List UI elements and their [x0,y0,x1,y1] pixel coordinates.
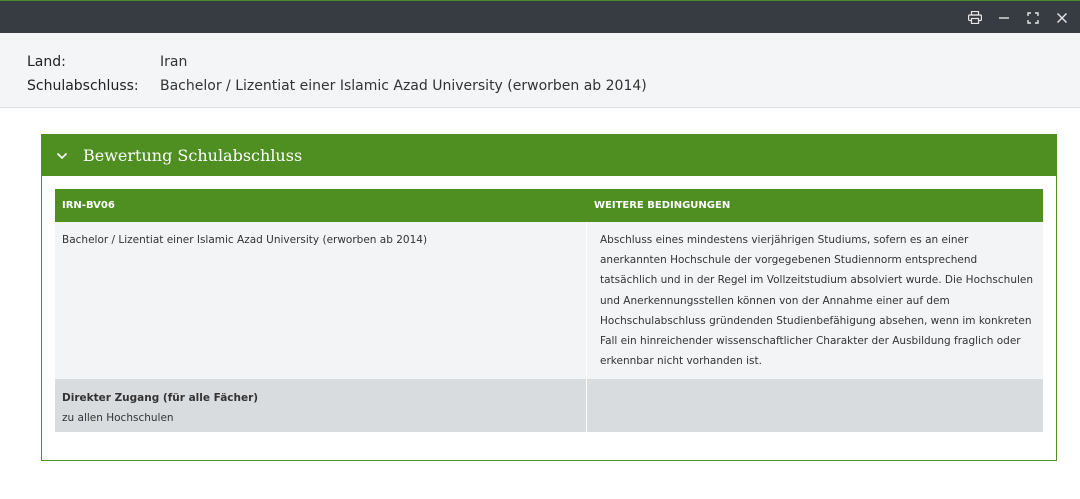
minimize-icon[interactable] [989,4,1018,32]
bewertung-panel: Bewertung Schulabschluss IRN-BV06 WEITER… [41,134,1057,461]
panel-header[interactable]: Bewertung Schulabschluss [42,135,1056,176]
column-header-bedingungen: WEITERE BEDINGUNGEN [594,200,731,211]
maximize-icon[interactable] [1018,4,1047,32]
degree-cell: Bachelor / Lizentiat einer Islamic Azad … [55,222,587,379]
bewertung-table: IRN-BV06 WEITERE BEDINGUNGEN Bachelor / … [55,189,1043,432]
schulabschluss-label: Schulabschluss: [27,78,139,94]
access-conditions-cell [587,379,1043,432]
table-row: Bachelor / Lizentiat einer Islamic Azad … [55,222,1043,379]
schulabschluss-value: Bachelor / Lizentiat einer Islamic Azad … [160,78,647,94]
window-controls [960,1,1076,34]
column-header-code: IRN-BV06 [62,200,115,211]
panel-title: Bewertung Schulabschluss [83,146,303,165]
land-row: Land: Iran [27,50,1080,74]
table-header-row: IRN-BV06 WEITERE BEDINGUNGEN [55,189,1043,222]
conditions-cell: Abschluss eines mindestens vierjährigen … [600,234,1034,368]
land-value: Iran [160,54,188,70]
land-label: Land: [27,54,66,70]
print-icon[interactable] [960,4,989,32]
schulabschluss-row: Schulabschluss: Bachelor / Lizentiat ein… [27,74,1080,98]
close-icon[interactable] [1047,4,1076,32]
access-cell: Direkter Zugang (für alle Fächer) zu all… [55,379,587,432]
access-subtitle: zu allen Hochschulen [62,412,174,424]
access-title: Direkter Zugang (für alle Fächer) [62,392,259,404]
info-bar: Land: Iran Schulabschluss: Bachelor / Li… [0,33,1080,108]
chevron-down-icon[interactable] [56,149,70,163]
window-titlebar [0,0,1080,33]
table-row: Direkter Zugang (für alle Fächer) zu all… [55,379,1043,432]
